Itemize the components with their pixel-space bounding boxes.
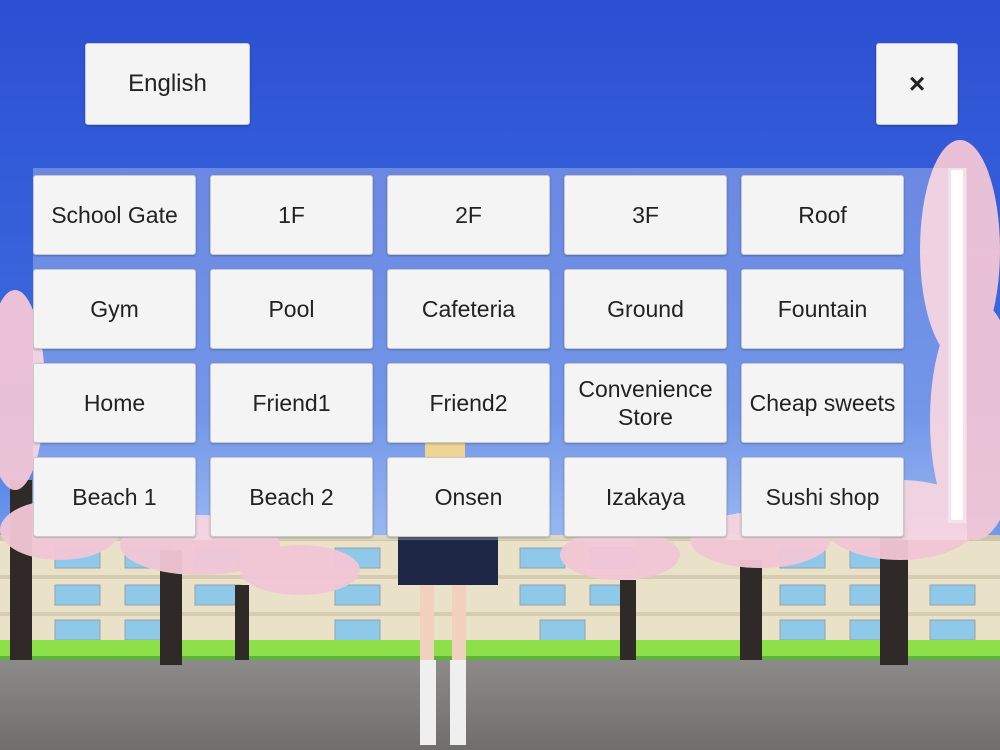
- location-button-pool[interactable]: Pool: [210, 269, 373, 349]
- location-button-convenience-store[interactable]: Convenience Store: [564, 363, 727, 443]
- location-button-school-gate[interactable]: School Gate: [33, 175, 196, 255]
- location-button-beach-2[interactable]: Beach 2: [210, 457, 373, 537]
- close-button[interactable]: ×: [876, 43, 958, 125]
- location-button-izakaya[interactable]: Izakaya: [564, 457, 727, 537]
- location-button-gym[interactable]: Gym: [33, 269, 196, 349]
- location-button-friend1[interactable]: Friend1: [210, 363, 373, 443]
- location-grid: School Gate 1F 2F 3F Roof Gym Pool Cafet…: [33, 175, 904, 537]
- location-button-fountain[interactable]: Fountain: [741, 269, 904, 349]
- location-select-panel: School Gate 1F 2F 3F Roof Gym Pool Cafet…: [33, 168, 967, 540]
- location-button-1f[interactable]: 1F: [210, 175, 373, 255]
- language-button[interactable]: English: [85, 43, 250, 125]
- location-button-home[interactable]: Home: [33, 363, 196, 443]
- location-button-roof[interactable]: Roof: [741, 175, 904, 255]
- location-button-sushi-shop[interactable]: Sushi shop: [741, 457, 904, 537]
- location-button-onsen[interactable]: Onsen: [387, 457, 550, 537]
- panel-scrollbar[interactable]: [948, 168, 966, 523]
- location-button-2f[interactable]: 2F: [387, 175, 550, 255]
- location-button-3f[interactable]: 3F: [564, 175, 727, 255]
- location-button-cafeteria[interactable]: Cafeteria: [387, 269, 550, 349]
- location-button-cheap-sweets[interactable]: Cheap sweets: [741, 363, 904, 443]
- scrollbar-thumb[interactable]: [951, 170, 963, 520]
- location-button-friend2[interactable]: Friend2: [387, 363, 550, 443]
- location-button-ground[interactable]: Ground: [564, 269, 727, 349]
- location-button-beach-1[interactable]: Beach 1: [33, 457, 196, 537]
